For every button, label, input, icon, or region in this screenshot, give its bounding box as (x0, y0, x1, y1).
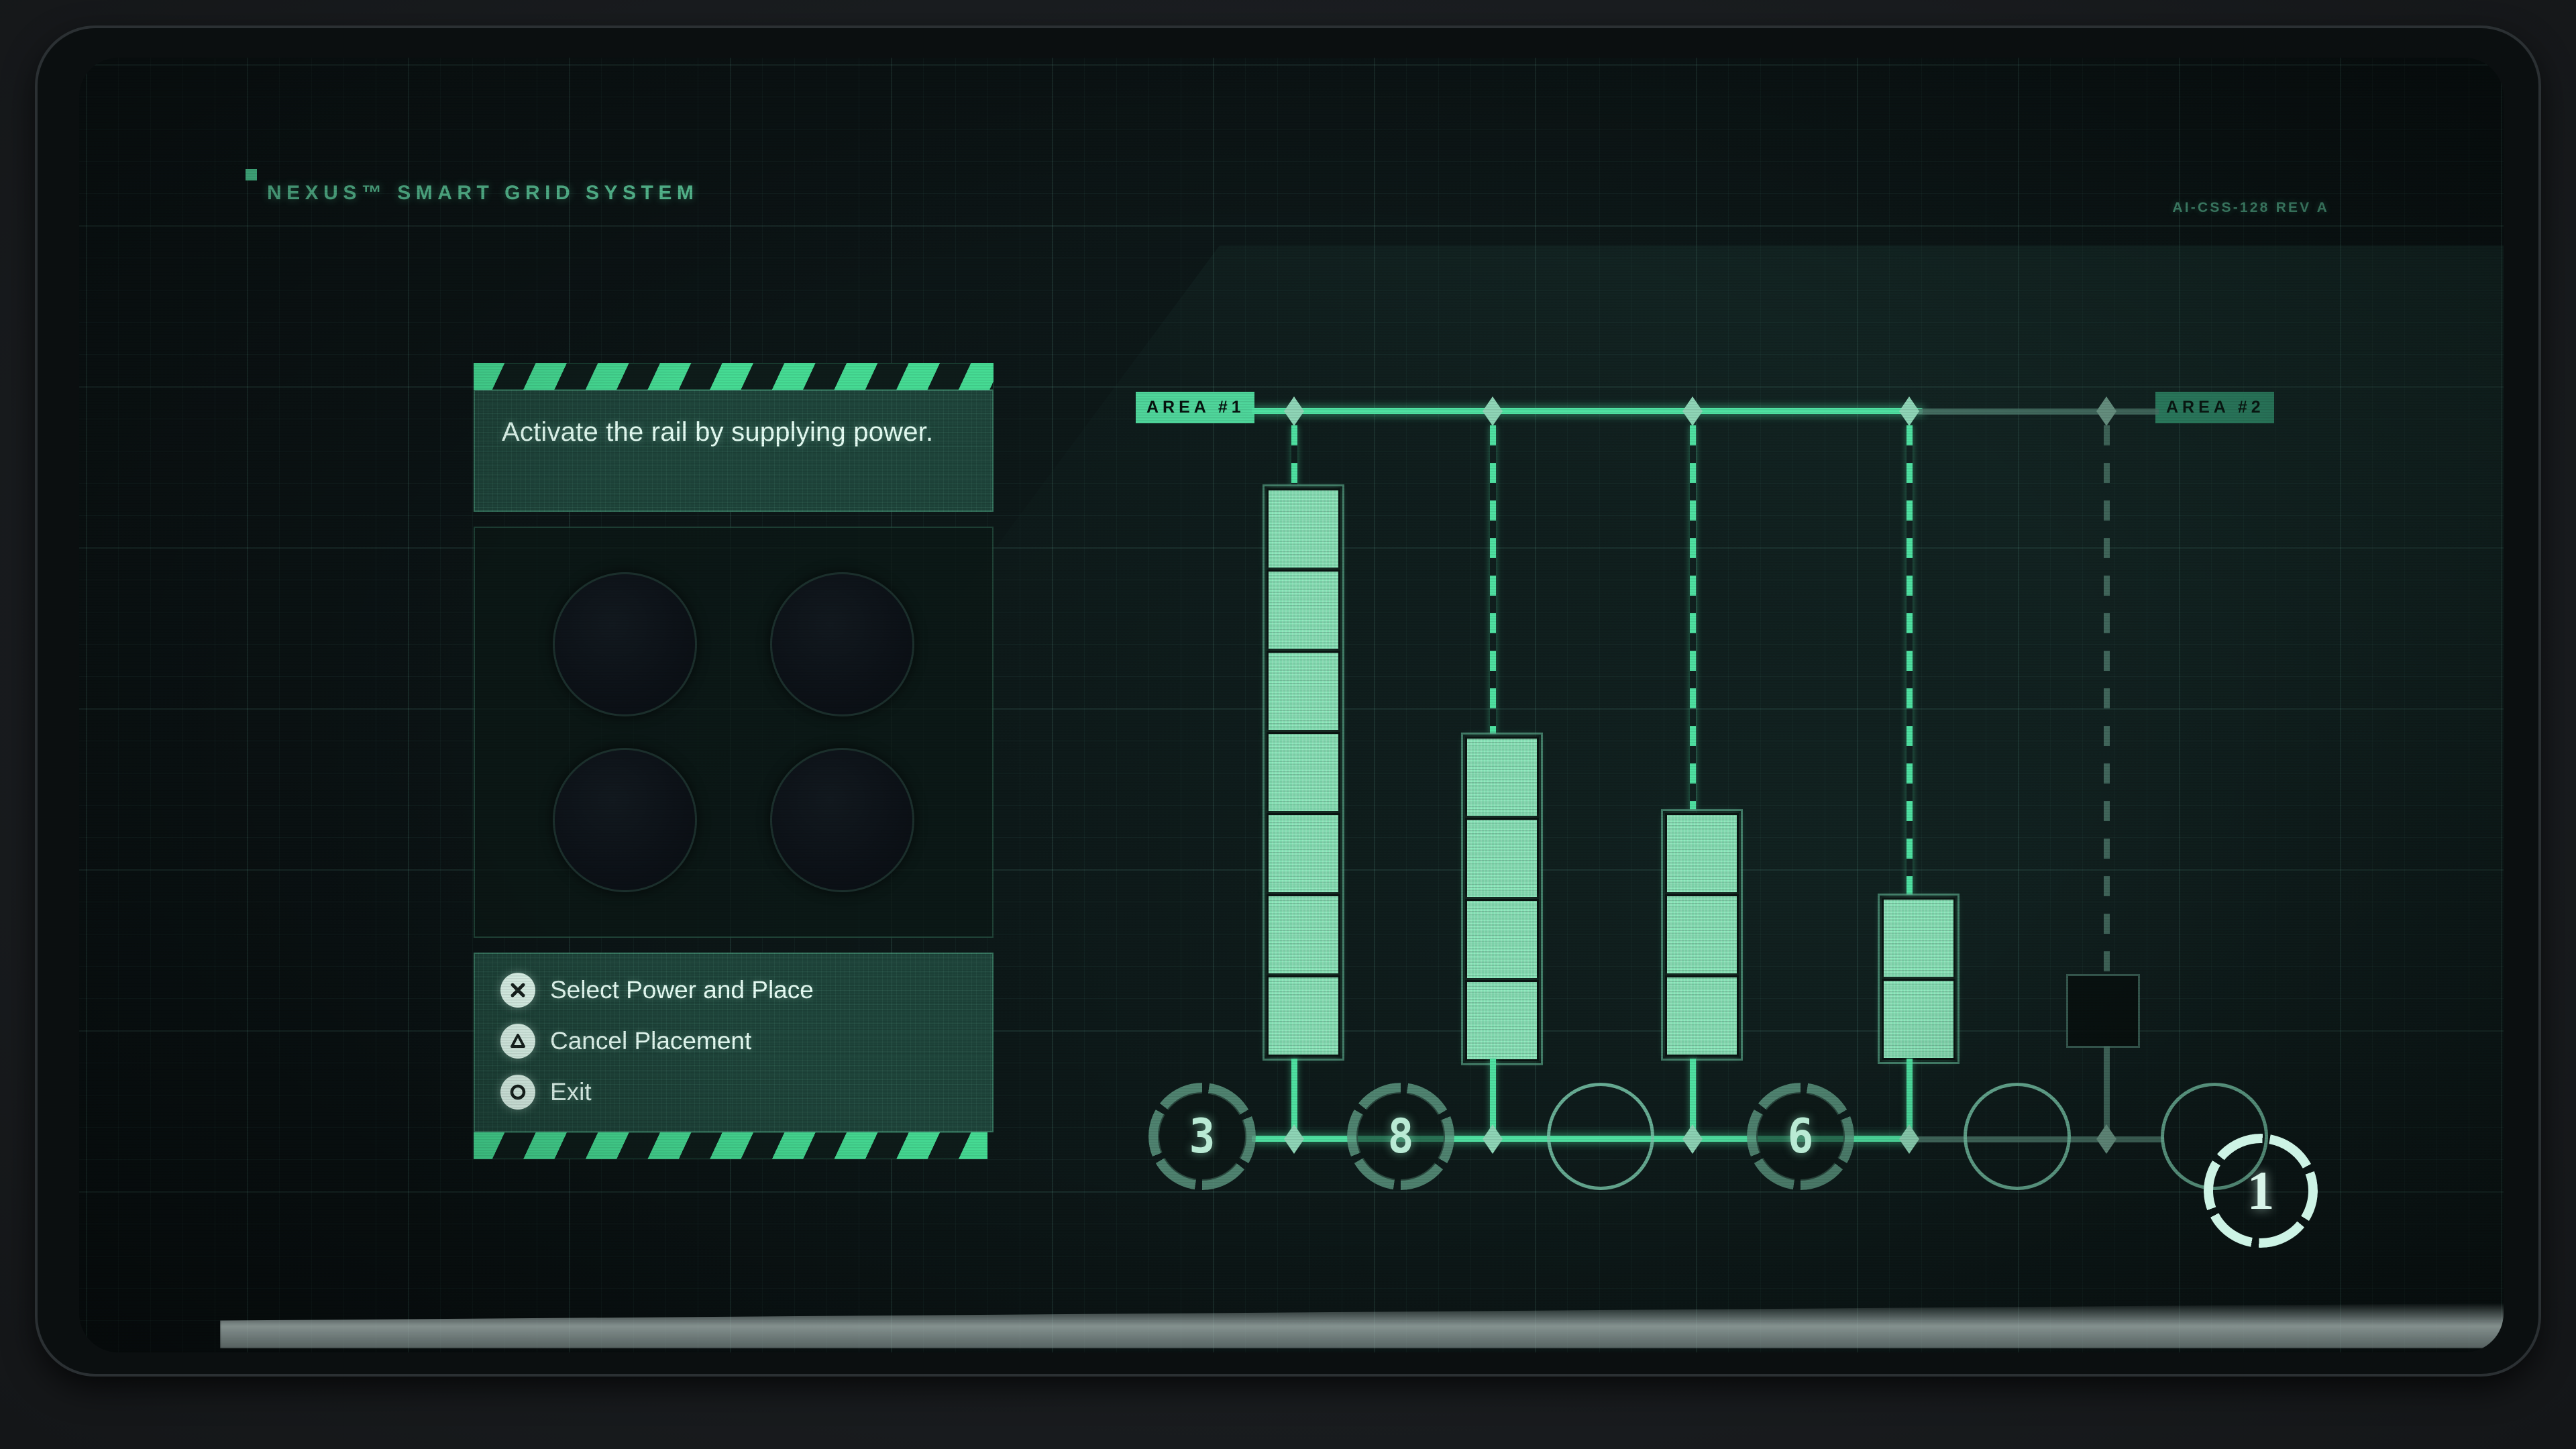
screen-surface: NEXUS™ SMART GRID SYSTEM AI-CSS-128 REV … (79, 58, 2504, 1352)
rail-node-bottom-5[interactable] (2096, 1124, 2116, 1154)
power-column-4[interactable] (1878, 894, 1960, 1064)
power-segment (1267, 894, 1340, 975)
power-segment (1665, 975, 1739, 1057)
node-value-1: 3 (1189, 1109, 1216, 1164)
power-column-5[interactable] (2066, 974, 2140, 1048)
area-label-2: AREA #2 (2155, 392, 2274, 423)
power-segment (1267, 813, 1340, 894)
power-segment (1267, 570, 1340, 651)
drop-line-5 (2104, 425, 2110, 975)
drop-line-1 (1291, 425, 1297, 486)
top-rail-powered (1252, 408, 1923, 414)
grid-node-1[interactable]: 3 (1148, 1083, 1256, 1190)
node-value-2: 8 (1387, 1109, 1414, 1164)
grid-node-2[interactable]: 8 (1347, 1083, 1454, 1190)
grid-diagram: AREA #1 AREA #2 3 8 6 1 (79, 58, 2504, 1352)
power-segment (1267, 651, 1340, 732)
power-segment (1465, 980, 1539, 1061)
power-segment (1267, 732, 1340, 813)
rail-node-bottom-3[interactable] (1682, 1124, 1703, 1154)
power-column-3[interactable] (1661, 809, 1743, 1061)
node-value-4: 6 (1787, 1109, 1814, 1164)
node-ring-icon (1547, 1083, 1654, 1190)
rail-node-top-2[interactable] (1483, 396, 1503, 426)
power-segment (1465, 818, 1539, 899)
cursor-value: 1 (2247, 1160, 2275, 1221)
power-column-2[interactable] (1461, 733, 1543, 1065)
rail-node-bottom-4[interactable] (1899, 1124, 1919, 1154)
monitor-shell: NEXUS™ SMART GRID SYSTEM AI-CSS-128 REV … (0, 0, 2576, 1449)
grid-node-4[interactable]: 6 (1747, 1083, 1854, 1190)
rail-node-bottom-1[interactable] (1284, 1124, 1304, 1154)
power-column-1[interactable] (1263, 484, 1344, 1061)
rail-node-top-3[interactable] (1682, 396, 1703, 426)
grid-node-5[interactable] (1964, 1083, 2071, 1190)
power-segment (1882, 898, 1955, 979)
rail-node-top-5[interactable] (2096, 396, 2116, 426)
drop-line-2 (1490, 425, 1496, 734)
drop-line-3 (1690, 425, 1696, 810)
rail-node-top-1[interactable] (1284, 396, 1304, 426)
power-segment (1465, 899, 1539, 980)
area-label-1: AREA #1 (1136, 392, 1254, 423)
selection-cursor[interactable]: 1 (2204, 1134, 2318, 1248)
power-segment (1465, 737, 1539, 818)
top-rail-unpowered (1917, 409, 2159, 415)
drop-line-4 (1907, 425, 1913, 895)
rail-node-bottom-2[interactable] (1483, 1124, 1503, 1154)
power-segment (1267, 975, 1340, 1057)
power-segment (1665, 813, 1739, 894)
grid-node-3[interactable] (1547, 1083, 1654, 1190)
power-segment (1267, 488, 1340, 570)
power-segment (1665, 894, 1739, 975)
screen-bezel: NEXUS™ SMART GRID SYSTEM AI-CSS-128 REV … (38, 28, 2538, 1374)
rail-node-top-4[interactable] (1899, 396, 1919, 426)
power-segment (1882, 979, 1955, 1060)
node-ring-icon (1964, 1083, 2071, 1190)
